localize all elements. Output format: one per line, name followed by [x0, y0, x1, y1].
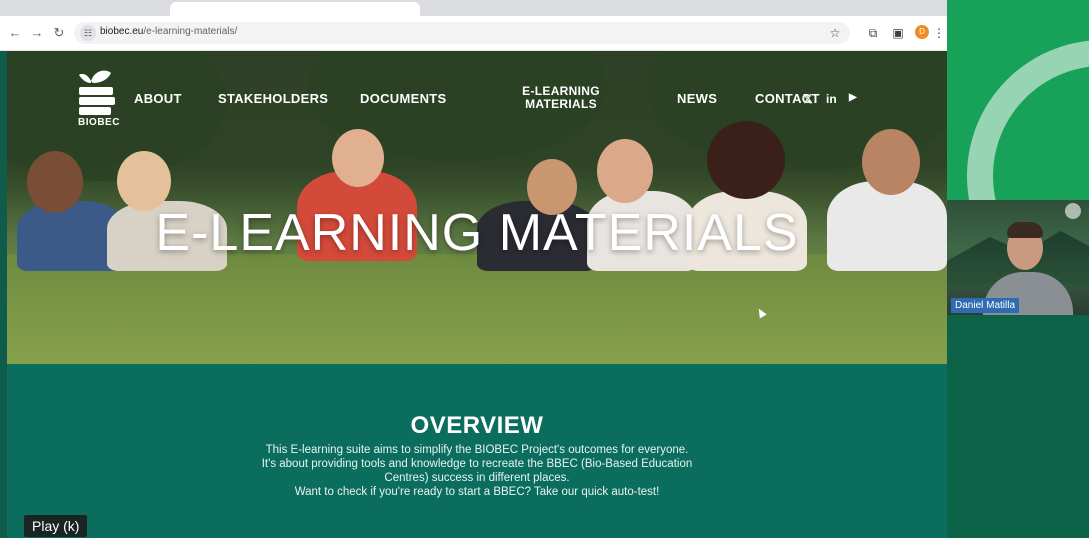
- nav-documents[interactable]: DOCUMENTS: [360, 91, 446, 106]
- student-head: [707, 121, 785, 199]
- speaker-hair: [1007, 222, 1043, 238]
- video-overlay-logo-icon: [1065, 203, 1081, 219]
- student-head: [862, 129, 920, 195]
- panel-background: [947, 315, 1089, 538]
- bookmark-star-icon[interactable]: ☆: [826, 24, 844, 42]
- overview-section: OVERVIEW This E-learning suite aims to s…: [7, 364, 947, 538]
- video-call-panel: Daniel Matilla: [947, 0, 1089, 538]
- presentation-background: [947, 0, 1089, 200]
- youtube-icon[interactable]: ▶: [849, 92, 857, 103]
- nav-e-learning-materials[interactable]: E-LEARNING MATERIALS: [506, 85, 616, 111]
- url-path: /e-learning-materials/: [143, 26, 238, 37]
- url-host: biobec.eu: [100, 26, 144, 37]
- active-tab[interactable]: [170, 2, 420, 16]
- student-head: [597, 139, 653, 203]
- overview-text-line: This E-learning suite aims to simplify t…: [265, 444, 689, 456]
- overview-title: OVERVIEW: [410, 412, 544, 439]
- extensions-icon[interactable]: ⧉: [864, 24, 882, 42]
- nav-about[interactable]: ABOUT: [134, 91, 182, 106]
- linkedin-icon[interactable]: in: [826, 92, 837, 106]
- site-nav: ABOUT STAKEHOLDERS DOCUMENTS E-LEARNING …: [7, 51, 947, 131]
- forward-icon[interactable]: →: [28, 24, 46, 42]
- participant-name-badge: Daniel Matilla: [951, 298, 1020, 313]
- overview-text-line: Want to check if you're ready to start a…: [294, 486, 660, 498]
- profile-avatar[interactable]: D: [915, 25, 929, 39]
- overview-text-line: Centres) success in different places.: [384, 472, 570, 484]
- nav-stakeholders[interactable]: STAKEHOLDERS: [218, 91, 328, 106]
- overview-text-line: It's about providing tools and knowledge…: [261, 458, 693, 470]
- reload-icon[interactable]: ↻: [50, 24, 68, 42]
- brand-swoosh: [947, 1, 1089, 200]
- play-tooltip: Play (k): [24, 515, 88, 537]
- url-text[interactable]: biobec.eu/e-learning-materials/: [100, 26, 237, 37]
- nav-e-learning-line2: MATERIALS: [525, 97, 597, 111]
- browser-toolbar: ← → ↻ ☷ biobec.eu/e-learning-materials/ …: [0, 16, 947, 51]
- address-bar[interactable]: ☷ biobec.eu/e-learning-materials/ ☆: [74, 22, 850, 44]
- hero-title: E-LEARNING MATERIALS: [155, 204, 799, 262]
- back-icon[interactable]: ←: [6, 24, 24, 42]
- twitter-x-icon[interactable]: 𝕏: [803, 92, 813, 106]
- side-panel-icon[interactable]: ▣: [889, 24, 907, 42]
- hero-banner: BIOBEC ABOUT STAKEHOLDERS DOCUMENTS E-LE…: [7, 51, 947, 364]
- nav-news[interactable]: NEWS: [677, 91, 717, 106]
- student-head: [332, 129, 384, 187]
- site-info-icon[interactable]: ☷: [80, 25, 96, 41]
- student-head: [117, 151, 171, 211]
- browser-tab-strip: [0, 0, 947, 16]
- browser-menu-icon[interactable]: ⋮: [933, 24, 945, 42]
